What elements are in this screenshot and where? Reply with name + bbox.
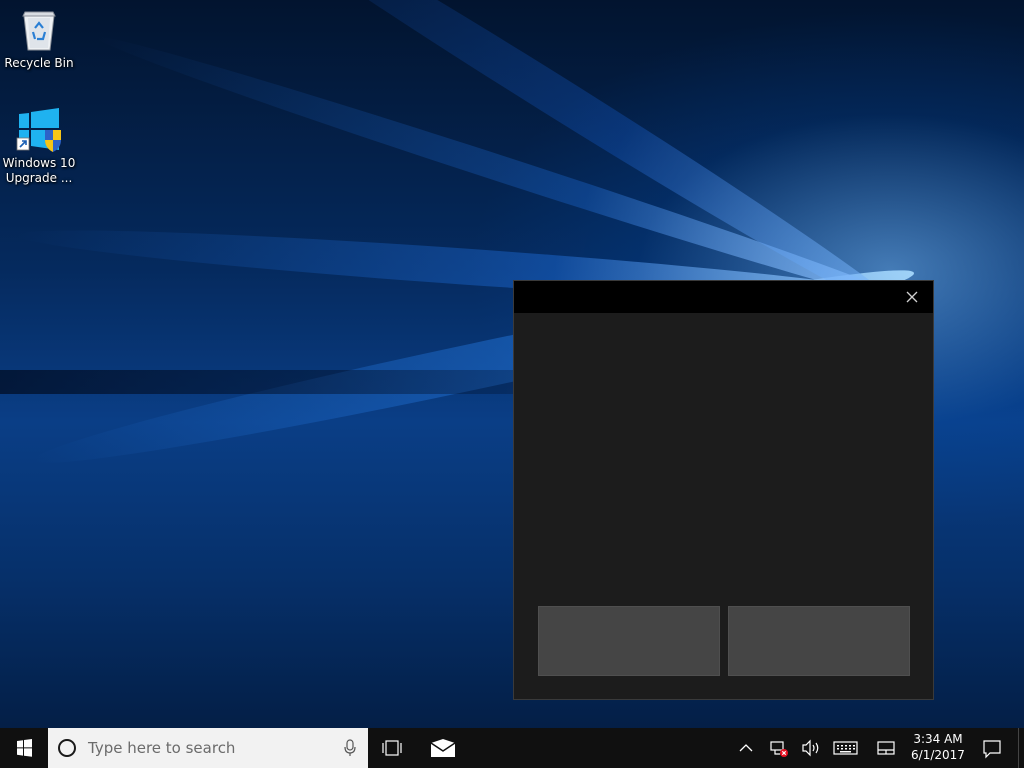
desktop-icon-windows-10-upgrade[interactable]: Windows 10 Upgrade ...: [1, 106, 77, 186]
desktop-icon-recycle-bin[interactable]: Recycle Bin: [1, 6, 77, 71]
tray-chevron-up[interactable]: [736, 728, 756, 768]
chevron-up-icon: [739, 744, 753, 752]
close-icon[interactable]: [901, 286, 923, 308]
windows-logo-shortcut-icon: [15, 106, 63, 154]
dialog-button-left[interactable]: [538, 606, 720, 676]
dialog-window: [513, 280, 934, 700]
desktop-icon-label: Windows 10 Upgrade ...: [2, 156, 76, 185]
network-disconnected-icon: [770, 741, 788, 757]
tray-volume[interactable]: [799, 728, 823, 768]
wallpaper-shadow-band: [0, 370, 600, 394]
volume-icon: [802, 739, 819, 757]
desktop: Recycle Bin Windows 10 Upgrade ... Type …: [0, 0, 1024, 768]
desktop-icon-label: Recycle Bin: [4, 56, 74, 70]
tray-touchpad[interactable]: [872, 728, 900, 768]
tray-network[interactable]: [767, 728, 791, 768]
recycle-bin-icon: [15, 6, 63, 54]
taskbar-app-mail[interactable]: [424, 728, 462, 768]
microphone-icon[interactable]: [344, 739, 356, 757]
task-view-icon: [382, 740, 402, 756]
clock-date: 6/1/2017: [911, 748, 965, 762]
mail-envelope-icon: [430, 739, 456, 757]
tray-touch-keyboard[interactable]: [831, 728, 861, 768]
dialog-button-right[interactable]: [728, 606, 910, 676]
dialog-titlebar[interactable]: [514, 281, 933, 313]
cortana-circle-icon[interactable]: [57, 738, 77, 758]
start-button[interactable]: [0, 728, 48, 768]
action-center-button[interactable]: [978, 728, 1006, 768]
show-desktop-button[interactable]: [1018, 728, 1024, 768]
touchpad-icon: [877, 741, 895, 755]
task-view-button[interactable]: [376, 728, 408, 768]
action-center-icon: [983, 740, 1001, 759]
windows-start-icon: [17, 739, 32, 757]
taskbar-clock[interactable]: 3:34 AM 6/1/2017: [905, 731, 971, 763]
clock-time: 3:34 AM: [913, 732, 963, 746]
taskbar: Type here to search 3:34 AM 6/1/2017: [0, 728, 1024, 768]
search-box[interactable]: Type here to search: [48, 728, 368, 768]
touch-keyboard-icon: [833, 741, 858, 755]
search-placeholder: Type here to search: [88, 739, 236, 757]
